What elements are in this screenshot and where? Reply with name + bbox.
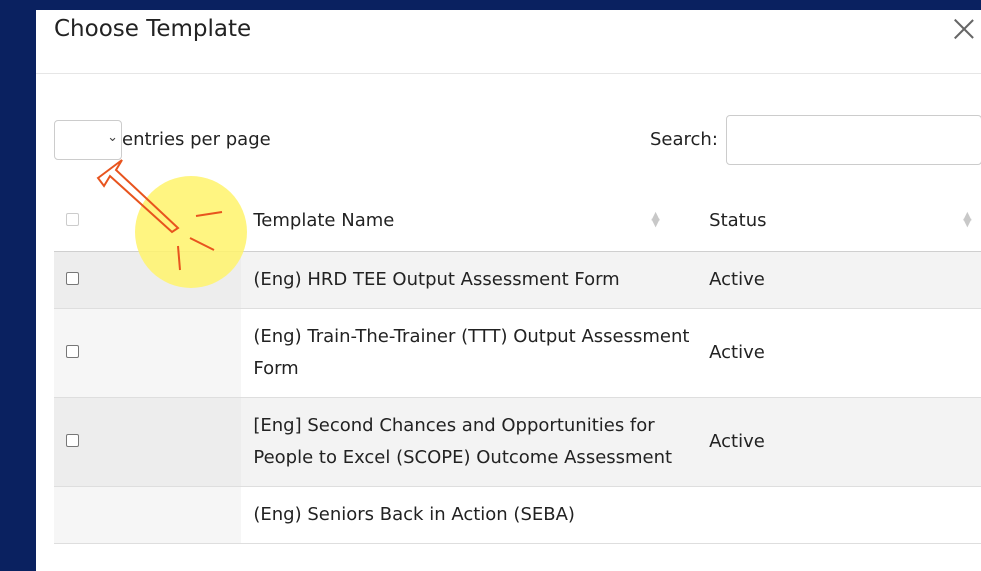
search-label: Search: [650,129,718,150]
table-row[interactable]: (Eng) Train-The-Trainer (TTT) Output Ass… [54,308,981,398]
choose-template-modal: Choose Template ⌄ entries per page Searc… [36,10,981,571]
column-header-template-name[interactable]: Template Name ▲ ▼ [241,190,698,252]
template-name-cell: [Eng] Second Chances and Opportunities f… [241,397,698,487]
chevron-down-icon: ⌄ [107,130,118,145]
templates-table: Template Name ▲ ▼ Status ▲ ▼ (Eng) HRD TEE… [54,190,981,544]
entries-per-page-select[interactable]: ⌄ [54,120,122,160]
row-checkbox-cell [54,397,242,487]
status-cell [697,486,981,544]
search-input[interactable] [726,115,981,165]
table-header-row: Template Name ▲ ▼ Status ▲ ▼ [54,190,981,252]
close-icon[interactable] [949,14,979,44]
modal-header: Choose Template [36,10,981,74]
template-name-cell: (Eng) Seniors Back in Action (SEBA) [241,486,698,544]
table-row[interactable]: [Eng] Second Chances and Opportunities f… [54,397,981,487]
row-checkbox[interactable] [66,272,79,285]
sort-icon: ▲ ▼ [651,209,660,229]
status-cell: Active [697,308,981,398]
table-row[interactable]: (Eng) Seniors Back in Action (SEBA) [54,486,981,544]
column-header-label: Template Name [253,210,395,231]
select-all-checkbox[interactable] [66,213,79,226]
row-checkbox[interactable] [66,345,79,358]
status-cell: Active [697,251,981,309]
row-checkbox[interactable] [66,434,79,447]
column-header-label: Status [709,210,767,231]
modal-title: Choose Template [54,16,252,42]
template-name-cell: (Eng) HRD TEE Output Assessment Form [241,251,698,309]
template-name-cell: (Eng) Train-The-Trainer (TTT) Output Ass… [241,308,698,398]
row-checkbox-cell [54,308,242,398]
column-header-status[interactable]: Status ▲ ▼ [697,190,981,252]
status-cell: Active [697,397,981,487]
entries-per-page-label: entries per page [122,129,271,150]
table-row[interactable]: (Eng) HRD TEE Output Assessment Form Act… [54,251,981,309]
sort-icon: ▲ ▼ [963,209,972,229]
select-all-header [54,190,242,252]
row-checkbox-cell [54,251,242,309]
row-checkbox-cell [54,486,242,544]
